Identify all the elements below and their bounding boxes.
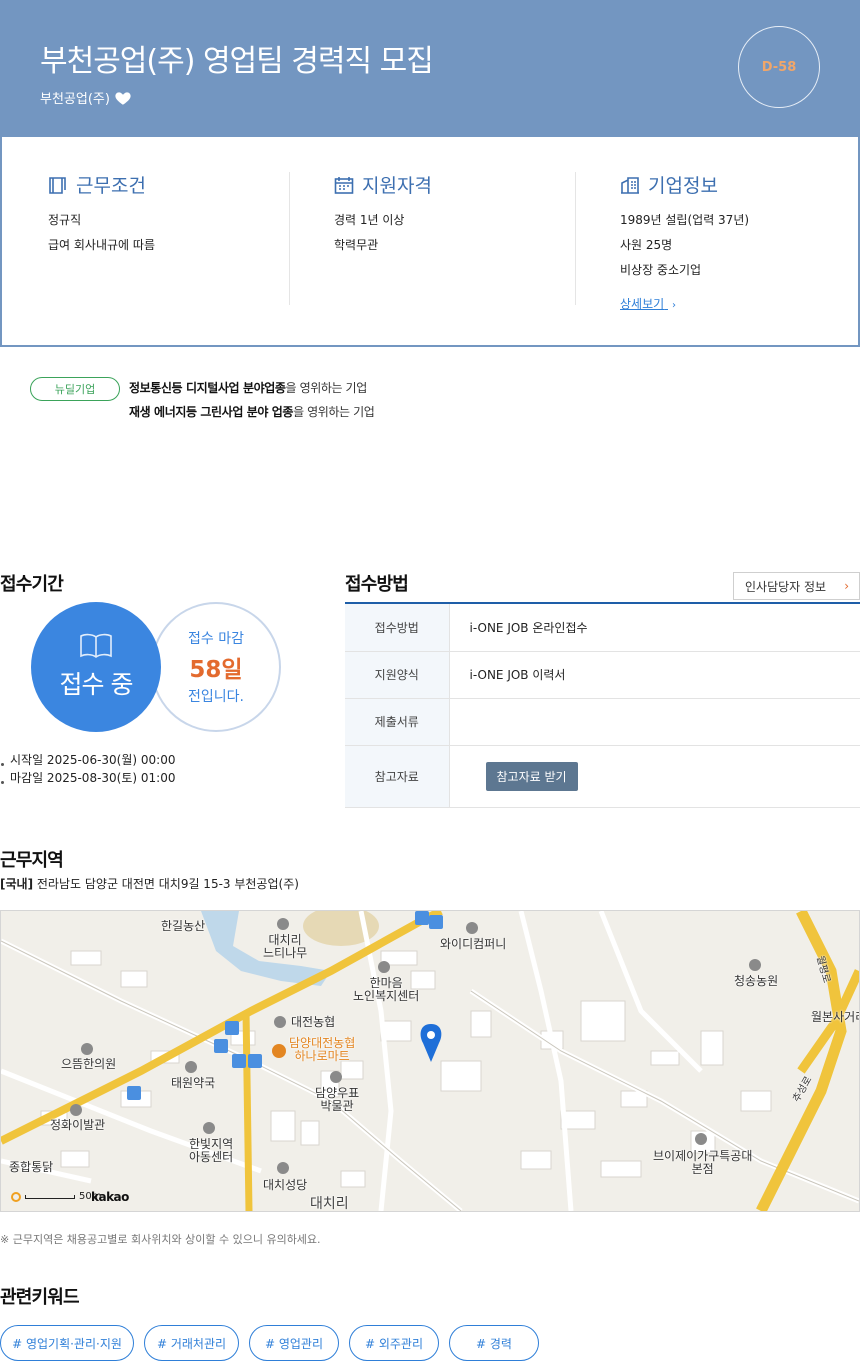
chevron-right-icon: › (844, 579, 849, 593)
chevron-right-icon: › (672, 300, 676, 311)
conditions-box: 근무조건 정규직 급여 회사내규에 따름 지원자격 경력 1년 이상 학력무관 … (0, 137, 860, 347)
keyword-tag[interactable]: # 거래처관리 (144, 1325, 239, 1361)
qualifications-title: 지원자격 (362, 175, 432, 197)
map-poi-label: 와이디컴퍼니 (440, 937, 507, 951)
map-poi-label: 대전농협 (291, 1015, 336, 1029)
period-title: 접수기간 (0, 574, 64, 595)
status-circle: 접수 중 (31, 602, 161, 732)
start-date: 시작일 2025-06-30(월) 00:00 (0, 751, 175, 769)
map-poi-label: 으뜸한의원 (61, 1057, 117, 1071)
qual-education: 학력무관 (334, 238, 379, 252)
map-poi-label: 대치리 느티나무 (263, 933, 308, 960)
end-date: 마감일 2025-08-30(토) 01:00 (0, 769, 175, 787)
building-icon (621, 176, 639, 194)
table-row: 참고자료 참고자료 받기 (345, 745, 860, 808)
download-reference-button[interactable]: 참고자료 받기 (485, 761, 578, 791)
map-poi-label: 태원약국 (171, 1076, 216, 1090)
deadline-prefix: 접수 마감 (188, 631, 244, 647)
work-conditions: 근무조건 정규직 급여 회사내규에 따름 (48, 171, 288, 258)
table-row: 제출서류 (345, 698, 860, 746)
company-name[interactable]: 부천공업(주) (40, 88, 110, 107)
qual-experience: 경력 1년 이상 (334, 213, 405, 227)
map-poi-label: 담양대전농협 하나로마트 (289, 1036, 356, 1063)
map-scale: 50m (11, 1191, 101, 1202)
keywords-title: 관련키워드 (0, 1287, 80, 1308)
company-founded: 1989년 설립(업력 37년) (620, 213, 750, 227)
newdeal-line: 정보통신등 디지털사업 분야업종을 영위하는 기업 (129, 381, 367, 395)
keyword-tag[interactable]: # 영업관리 (249, 1325, 339, 1361)
map-poi-label: 종합통닭 (9, 1160, 54, 1174)
open-book-icon (80, 633, 112, 658)
status-text: 접수 중 (59, 670, 134, 699)
dday-badge: D-58 (738, 26, 820, 108)
map-brand-logo: kakao (91, 1190, 129, 1204)
company-info: 기업정보 1989년 설립(업력 37년) 사원 25명 비상장 중소기업 상세… (620, 171, 860, 312)
company-detail-link[interactable]: 상세보기 › (620, 295, 676, 312)
company-employees: 사원 25명 (620, 238, 673, 252)
work-type: 정규직 (48, 213, 82, 227)
divider (289, 172, 290, 305)
map-poi-label: 담양우표 박물관 (315, 1086, 360, 1113)
qualifications: 지원자격 경력 1년 이상 학력무관 (334, 171, 574, 258)
work-address: [국내] 전라남도 담양군 대전면 대치9길 15-3 부천공업(주) (0, 877, 299, 891)
work-salary: 급여 회사내규에 따름 (48, 238, 155, 252)
table-row: 접수방법 i-ONE JOB 온라인접수 (345, 603, 860, 652)
map-poi-label: 한마음 노인복지센터 (353, 976, 420, 1003)
divider (575, 172, 576, 305)
deadline-suffix: 전입니다. (188, 689, 244, 705)
map-poi-label: 정화이발관 (50, 1118, 106, 1132)
keyword-tag[interactable]: # 외주관리 (349, 1325, 439, 1361)
period-dates: 시작일 2025-06-30(월) 00:00 마감일 2025-08-30(토… (0, 751, 175, 787)
method-table: 접수방법 i-ONE JOB 온라인접수 지원양식 i-ONE JOB 이력서 … (345, 602, 860, 808)
keyword-tag[interactable]: # 경력 (449, 1325, 539, 1361)
map-poi-label: 월본사거리 (811, 1010, 859, 1024)
location-map[interactable]: 한길농산 대치리 느티나무 와이디컴퍼니 한마음 노인복지센터 청송농원 대전농… (0, 910, 860, 1212)
table-row: 지원양식 i-ONE JOB 이력서 (345, 651, 860, 699)
map-poi-label: 브이제이가구특공대 본점 (653, 1149, 753, 1176)
keyword-list: # 영업기획·관리·지원 # 거래처관리 # 영업관리 # 외주관리 # 경력 (0, 1325, 539, 1361)
newdeal-badge: 뉴딜기업 (30, 377, 120, 401)
heart-icon[interactable] (114, 89, 132, 107)
work-conditions-title: 근무조건 (76, 175, 146, 197)
map-poi-label: 청송농원 (734, 974, 779, 988)
company-type: 비상장 중소기업 (620, 263, 702, 277)
map-poi-label: 한빛지역 아동센터 (189, 1137, 234, 1164)
company-row: 부천공업(주) (40, 88, 132, 107)
job-title: 부천공업(주) 영업팀 경력직 모집 (40, 44, 434, 79)
method-title: 접수방법 (345, 574, 409, 595)
deadline-circle: 접수 마감 58일 전입니다. (151, 602, 281, 732)
calendar-icon (334, 176, 354, 194)
job-header: 부천공업(주) 영업팀 경력직 모집 부천공업(주) D-58 (0, 0, 860, 137)
map-poi-label: 한길농산 (161, 919, 206, 933)
hr-contact-button[interactable]: 인사담당자 정보 › (733, 572, 860, 600)
newdeal-line: 재생 에너지등 그린사업 분야 업종을 영위하는 기업 (129, 405, 375, 419)
map-poi-label: 대치성당 (263, 1178, 308, 1192)
book-icon (49, 176, 66, 194)
region-title: 근무지역 (0, 850, 64, 871)
keyword-tag[interactable]: # 영업기획·관리·지원 (0, 1325, 134, 1361)
region-notice: ※ 근무지역은 채용공고별로 회사위치와 상이할 수 있으니 유의하세요. (0, 1233, 321, 1246)
days-left: 58일 (189, 657, 243, 683)
map-poi-label: 대치리 (310, 1196, 349, 1212)
company-info-title: 기업정보 (648, 175, 718, 197)
